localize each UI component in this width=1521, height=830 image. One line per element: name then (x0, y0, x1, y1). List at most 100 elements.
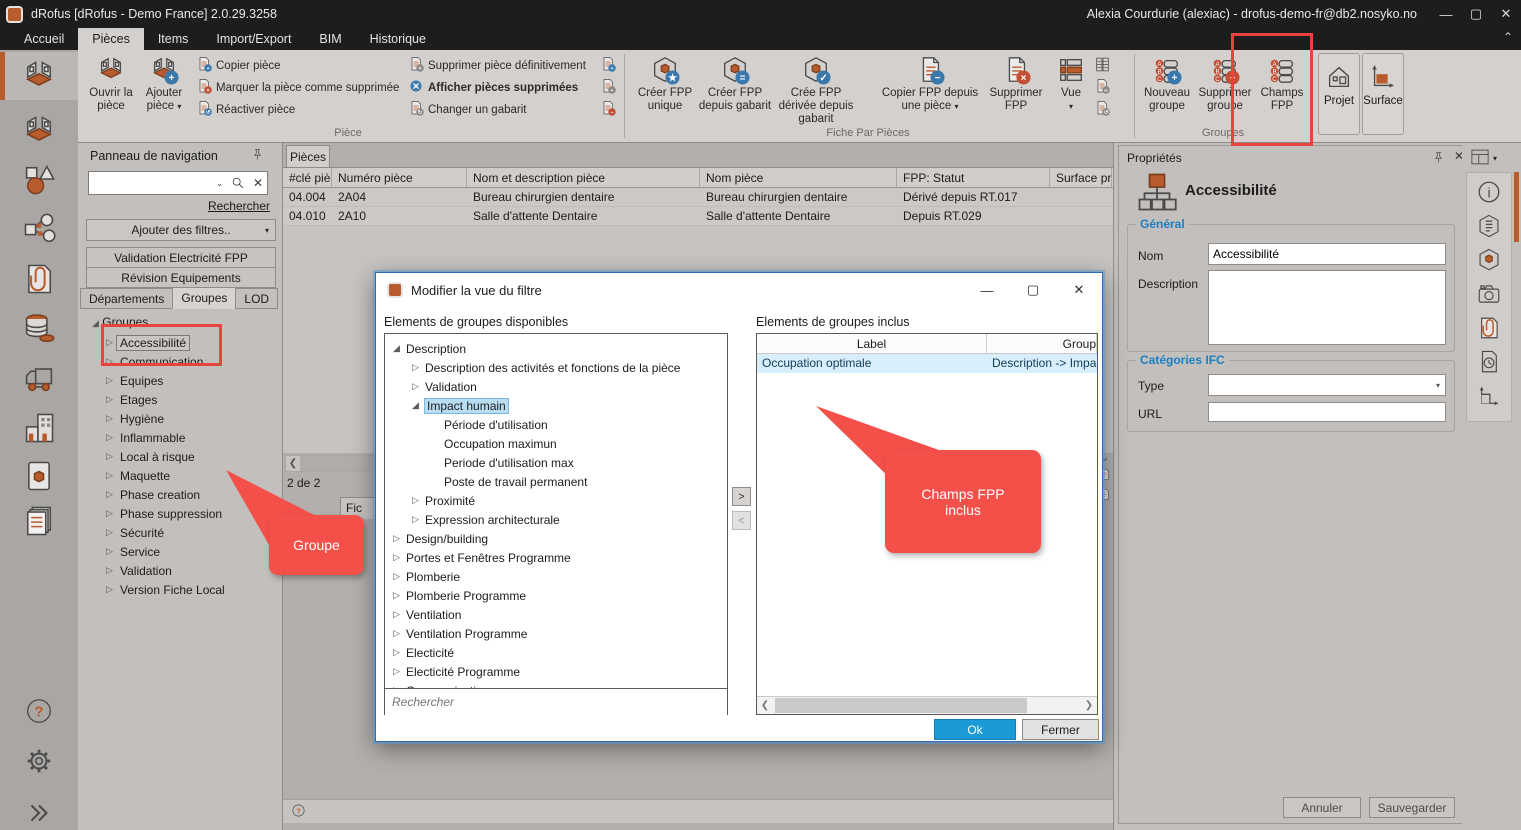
column-header-nom-et-description-pi-ce[interactable]: Nom et description pièce (467, 168, 700, 187)
add-filters-dropdown[interactable]: Ajouter des filtres..▾ (86, 219, 276, 241)
close-button[interactable]: ✕ (1491, 0, 1521, 28)
dialog-tree-item-p-riode-d-utilisation[interactable]: Période d'utilisation (431, 415, 548, 434)
attachment-icon[interactable] (1472, 313, 1506, 343)
annuler-button[interactable]: Annuler (1283, 797, 1361, 818)
column-header-fpp-statut[interactable]: FPP: Statut (897, 168, 1050, 187)
column-header-num-ro-pi-ce[interactable]: Numéro pièce (332, 168, 467, 187)
minimize-button[interactable]: — (1431, 0, 1461, 28)
tree-item-etages[interactable]: ▷Etages (106, 390, 157, 409)
dialog-tree-item-electicit-programme[interactable]: ▷Electicité Programme (393, 662, 520, 681)
sidebar-systems-icon[interactable] (0, 205, 78, 253)
tree-item-hygi-ne[interactable]: ▷Hygiène (106, 409, 164, 428)
tree-item-accessibilit[interactable]: ▷Accessibilité (106, 333, 190, 352)
dialog-tree-item-plomberie[interactable]: ▷Plomberie (393, 567, 460, 586)
help-status-icon[interactable]: ? (291, 803, 306, 821)
sidebar-buildings-icon[interactable] (0, 404, 78, 452)
description-field[interactable] (1208, 270, 1446, 345)
included-column-label[interactable]: Label (757, 334, 987, 353)
info-icon[interactable]: i (1472, 177, 1506, 207)
nom-field[interactable] (1208, 243, 1446, 265)
template-add-icon[interactable]: + (600, 55, 616, 76)
dialog-tree-item-description[interactable]: ◢Description (393, 339, 466, 358)
tree-item-service[interactable]: ▷Service (106, 542, 160, 561)
fpp-sync-icon[interactable]: ↺ (1094, 99, 1110, 120)
champs-fpp-button[interactable]: ABC Champs FPP (1256, 53, 1308, 127)
tree-item-validation[interactable]: ▷Validation (106, 561, 172, 580)
dialog-tree-item-plomberie-programme[interactable]: ▷Plomberie Programme (393, 586, 526, 605)
move-left-button[interactable]: < (732, 511, 751, 530)
fpp-link-icon[interactable]: ∞ (1094, 77, 1110, 98)
dialog-minimize-button[interactable]: — (964, 273, 1010, 307)
sidebar-items-icon[interactable] (0, 155, 78, 203)
create-derived-fpp-button[interactable]: ✓ Crée FPP dérivée depuis gabarit (774, 53, 858, 127)
maximize-button[interactable]: ▢ (1461, 0, 1491, 28)
create-fpp-unique-button[interactable]: ★ Créer FPP unique (634, 53, 696, 127)
tree-root-groupes[interactable]: ◢ Groupes (92, 315, 148, 329)
properties-pin-icon[interactable] (1432, 151, 1445, 167)
column-header-surface-pro[interactable]: Surface pro (1050, 168, 1112, 187)
copy-fpp-button[interactable]: − Copier FPP depuis une pièce ▾ (878, 53, 982, 127)
open-room-button[interactable]: Ouvrir la pièce (84, 53, 138, 127)
tree-item-phase-creation[interactable]: ▷Phase creation (106, 485, 200, 504)
search-dropdown-icon[interactable]: ⌄ (212, 179, 227, 188)
sidebar-room-data-icon[interactable] (0, 107, 78, 155)
menu-tab-bim[interactable]: BIM (305, 28, 355, 50)
dialog-tree-item-occupation-maximun[interactable]: Occupation maximun (431, 434, 557, 453)
add-room-button[interactable]: + Ajouter pièce ▾ (138, 53, 190, 127)
view-button[interactable]: Vue▾ (1050, 53, 1092, 127)
dialog-tree-item-design-building[interactable]: ▷Design/building (393, 529, 488, 548)
move-right-button[interactable]: > (732, 487, 751, 506)
fermer-button[interactable]: Fermer (1022, 719, 1099, 740)
url-field[interactable] (1208, 402, 1446, 422)
dialog-tree-item-impact-humain[interactable]: ◢Impact humain (412, 396, 508, 415)
delete-room-permanently-button[interactable]: × Supprimer pièce définitivement (408, 55, 586, 76)
filter-revision-equipements-button[interactable]: Révision Equipements (86, 267, 276, 288)
type-select[interactable]: ▾ (1208, 374, 1446, 396)
dialog-tree-item-poste-de-travail-permanent[interactable]: Poste de travail permanent (431, 472, 587, 491)
included-column-group[interactable]: Group (987, 334, 1097, 353)
dialog-tree-item-expression-architecturale[interactable]: ▷Expression architecturale (412, 510, 560, 529)
dialog-tree-item-description-des-activit-s-et-fonctions-de-la-pi-ce[interactable]: ▷Description des activités et fonctions … (412, 358, 680, 377)
change-template-button[interactable]: ↻ Changer un gabarit (408, 99, 526, 120)
ok-button[interactable]: Ok (934, 719, 1016, 740)
dialog-tree-item-electicit[interactable]: ▷Electicité (393, 643, 454, 662)
included-row-occupation-optimale[interactable]: Occupation optimaleDescription -> Impa (757, 354, 1097, 373)
sidebar-finance-icon[interactable] (0, 304, 78, 352)
collapse-ribbon-icon[interactable]: ⌃ (1503, 30, 1513, 44)
table-hscrollbar[interactable]: ❮ (285, 455, 375, 472)
nav-tab-lod[interactable]: LOD (235, 288, 278, 309)
menu-tab-pi-ces[interactable]: Pièces (78, 28, 144, 50)
show-deleted-rooms-toggle[interactable]: Afficher pièces supprimées (408, 77, 578, 98)
search-icon[interactable] (227, 176, 249, 190)
pin-icon[interactable] (251, 148, 264, 164)
search-clear-icon[interactable]: ✕ (249, 176, 267, 190)
layout-selector[interactable]: ▾ (1466, 147, 1516, 170)
column-header-nom-pi-ce[interactable]: Nom pièce (700, 168, 897, 187)
dialog-close-button[interactable]: ✕ (1056, 273, 1102, 307)
tree-item-s-curit[interactable]: ▷Sécurité (106, 523, 164, 542)
dialog-tree-item-periode-d-utilisation-max[interactable]: Periode d'utilisation max (431, 453, 574, 472)
dialog-tree-item-validation[interactable]: ▷Validation (412, 377, 477, 396)
dialog-tree-item-proximit[interactable]: ▷Proximité (412, 491, 475, 510)
dialog-tree-item-ventilation-programme[interactable]: ▷Ventilation Programme (393, 624, 527, 643)
hexcube-icon[interactable] (1472, 245, 1506, 275)
sidebar-expand-icon[interactable] (0, 789, 78, 830)
mark-room-deleted-button[interactable]: × Marquer la pièce comme supprimée (196, 77, 399, 98)
sauvegarder-button[interactable]: Sauvegarder (1369, 797, 1455, 818)
tree-item-inflammable[interactable]: ▷Inflammable (106, 428, 185, 447)
new-group-button[interactable]: ABC+ Nouveau groupe (1140, 53, 1194, 127)
sidebar-settings-icon[interactable] (0, 737, 78, 785)
dimensions-icon[interactable] (1472, 381, 1506, 411)
dialog-maximize-button[interactable]: ▢ (1010, 273, 1056, 307)
nav-search-input[interactable] (89, 176, 212, 190)
sidebar-reports-icon[interactable] (0, 497, 78, 545)
page-add-icon[interactable]: + (600, 77, 616, 98)
menu-tab-historique[interactable]: Historique (356, 28, 440, 50)
menu-tab-accueil[interactable]: Accueil (10, 28, 78, 50)
column-header-cl-pi-ce[interactable]: #clé pièce (283, 168, 332, 187)
tree-item-maquette[interactable]: ▷Maquette (106, 466, 170, 485)
sidebar-documents-icon[interactable] (0, 255, 78, 303)
dialog-tree-item-portes-et-fen-tres-programme[interactable]: ▷Portes et Fenêtres Programme (393, 548, 571, 567)
dialog-tree-item-communication[interactable]: ▷Communication (393, 681, 489, 688)
included-hscrollbar[interactable]: ❮❯ (757, 696, 1097, 714)
